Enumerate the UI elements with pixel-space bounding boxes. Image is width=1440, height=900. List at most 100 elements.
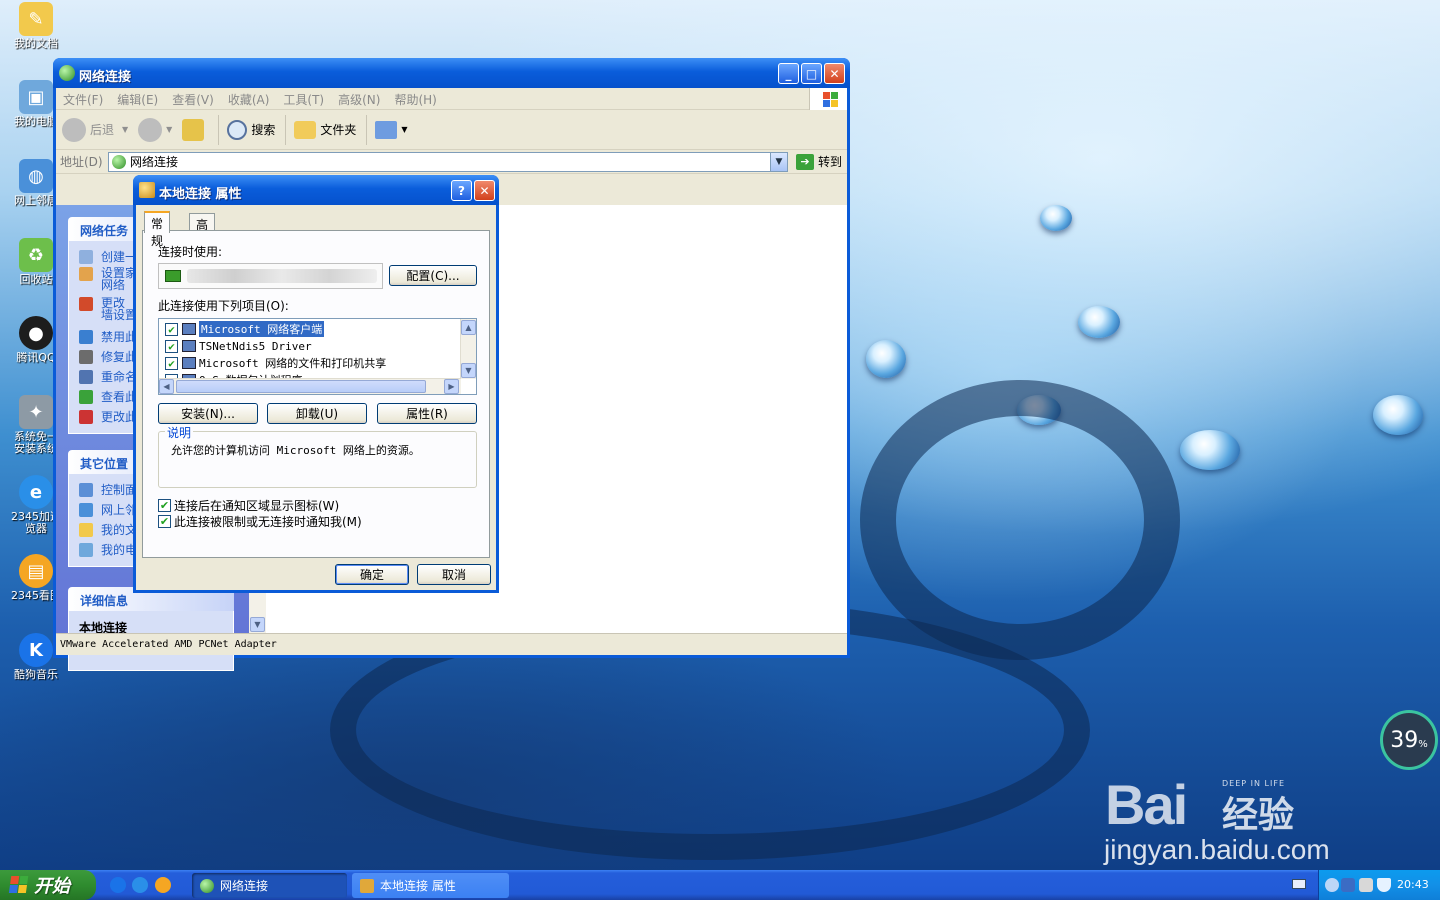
window-titlebar[interactable]: 网络连接 _ □ ✕ <box>53 58 850 88</box>
list-item[interactable]: ✔ Microsoft 网络的文件和打印机共享 <box>165 355 386 371</box>
menu-bar: 文件(F) 编辑(E) 查看(V) 收藏(A) 工具(T) 高级(N) 帮助(H) <box>56 88 847 110</box>
chevron-down-icon: ▼ <box>401 125 408 134</box>
dialog-title: 本地连接 属性 <box>159 187 242 202</box>
create-connection-icon <box>79 250 93 264</box>
menu-file[interactable]: 文件(F) <box>56 88 110 111</box>
network-connections-icon <box>59 65 75 81</box>
kugou-icon[interactable] <box>110 877 126 893</box>
go-button[interactable]: ➔ 转到 <box>796 153 842 170</box>
menu-tools[interactable]: 工具(T) <box>276 88 331 111</box>
chevron-down-icon[interactable]: ▼ <box>770 152 787 171</box>
security-shield-icon[interactable] <box>1377 878 1391 892</box>
image-viewer-icon: ▤ <box>19 554 53 588</box>
menu-view[interactable]: 查看(V) <box>165 88 221 111</box>
water-drop <box>1078 306 1120 338</box>
properties-button[interactable]: 属性(R) <box>377 403 477 424</box>
list-item[interactable]: ✔ TSNetNdis5 Driver <box>165 338 312 354</box>
install-button[interactable]: 安装(N)... <box>158 403 258 424</box>
network-tray-icon[interactable] <box>1341 878 1355 892</box>
up-folder-icon <box>182 118 205 141</box>
baidu-watermark-url: jingyan.baidu.com <box>1104 834 1330 865</box>
uninstall-button[interactable]: 卸载(U) <box>267 403 367 424</box>
qq-icon: ● <box>19 316 53 350</box>
address-label: 地址(D) <box>60 155 103 169</box>
menu-advanced[interactable]: 高级(N) <box>331 88 387 111</box>
dialog-close-button[interactable]: ✕ <box>474 180 495 201</box>
notify-label: 此连接被限制或无连接时通知我(M) <box>174 515 362 529</box>
performance-widget[interactable]: 39% <box>1380 710 1438 770</box>
menu-help[interactable]: 帮助(H) <box>387 88 443 111</box>
recycle-bin-icon: ♻ <box>19 238 53 272</box>
adapter-field <box>158 263 383 289</box>
ok-button[interactable]: 确定 <box>335 564 409 585</box>
taskbar-item-network-connections[interactable]: 网络连接 <box>192 873 347 898</box>
network-card-icon <box>165 270 181 282</box>
forward-button[interactable]: ▼ <box>138 117 173 142</box>
notify-checkbox-row[interactable]: ✔ 此连接被限制或无连接时通知我(M) <box>158 513 362 530</box>
item-checkbox[interactable]: ✔ <box>165 356 178 370</box>
perf-value: 39 <box>1390 727 1419 753</box>
menu-favorites[interactable]: 收藏(A) <box>221 88 277 111</box>
show-icon-checkbox-row[interactable]: ✔ 连接后在通知区域显示图标(W) <box>158 497 339 514</box>
scroll-right-icon[interactable]: ▶ <box>444 379 459 394</box>
item-checkbox[interactable]: ✔ <box>165 339 178 353</box>
scroll-left-icon[interactable]: ◀ <box>159 379 174 394</box>
sidebar-item-label: 重命名 <box>101 370 138 384</box>
volume-icon[interactable] <box>1359 878 1373 892</box>
minimize-button[interactable]: _ <box>778 63 799 84</box>
dialog-titlebar[interactable]: 本地连接 属性 ? ✕ <box>133 175 499 205</box>
disable-icon <box>79 330 93 344</box>
firewall-icon <box>79 297 93 311</box>
scroll-thumb[interactable] <box>176 380 426 393</box>
maximize-button[interactable]: □ <box>801 63 822 84</box>
my-computer-small-icon <box>79 543 93 557</box>
menu-edit[interactable]: 编辑(E) <box>110 88 165 111</box>
configure-button[interactable]: 配置(C)... <box>389 265 477 286</box>
help-button[interactable]: ? <box>451 180 472 201</box>
clock[interactable]: 20:43 <box>1397 878 1429 891</box>
cancel-button[interactable]: 取消 <box>417 564 491 585</box>
sidebar-item-label: 查看此 <box>101 390 138 404</box>
sidebar-item-label: 网上邻 <box>101 503 138 517</box>
notify-checkbox[interactable]: ✔ <box>158 515 171 528</box>
sidebar-item-label: 控制面 <box>101 483 138 497</box>
taskbar-item-local-connection-properties[interactable]: 本地连接 属性 <box>352 873 509 898</box>
tab-general[interactable]: 常规 <box>144 211 171 248</box>
toolbar-separator <box>285 114 287 145</box>
toolbar-separator <box>366 114 368 145</box>
search-button[interactable]: 搜索 <box>227 119 275 140</box>
water-drop <box>1373 395 1423 435</box>
list-vertical-scrollbar[interactable]: ▲ ▼ <box>460 319 476 379</box>
keyboard-icon[interactable] <box>1292 879 1306 889</box>
show-icon-checkbox[interactable]: ✔ <box>158 499 171 512</box>
browser-e-icon[interactable] <box>132 877 148 893</box>
scroll-down-icon[interactable]: ▼ <box>250 617 265 632</box>
item-checkbox[interactable]: ✔ <box>165 322 178 336</box>
list-item[interactable]: ✔ Microsoft 网络客户端 <box>165 320 326 338</box>
up-folder-button[interactable] <box>182 118 208 141</box>
description-title: 说明 <box>165 424 194 441</box>
close-button[interactable]: ✕ <box>824 63 845 84</box>
chevron-down-icon: ▼ <box>166 125 173 134</box>
image-viewer-icon[interactable] <box>155 877 171 893</box>
go-arrow-icon: ➔ <box>796 153 814 170</box>
scroll-down-icon[interactable]: ▼ <box>461 363 476 378</box>
kugou-icon: K <box>19 633 53 667</box>
list-horizontal-scrollbar[interactable]: ◀ ▶ <box>159 378 461 394</box>
windows-logo-icon <box>809 88 847 110</box>
tab-advanced[interactable]: 高级 <box>189 213 216 249</box>
file-sharing-icon <box>182 357 196 369</box>
status-bar: VMware Accelerated AMD PCNet Adapter <box>56 633 847 655</box>
views-button[interactable]: ▼ <box>375 120 408 139</box>
scroll-up-icon[interactable]: ▲ <box>461 320 476 335</box>
chevron-left-icon[interactable] <box>1325 878 1339 892</box>
description-text: 允许您的计算机访问 Microsoft 网络上的资源。 <box>171 444 420 457</box>
desktop-icon-my-documents[interactable]: ✎ 我的文档 <box>4 2 68 50</box>
back-button[interactable]: 后退 ▼ <box>62 117 128 142</box>
address-input[interactable]: 网络连接 ▼ <box>108 151 788 172</box>
water-swirl <box>860 380 1180 660</box>
start-button[interactable]: 开始 <box>0 870 96 900</box>
folders-button[interactable]: 文件夹 <box>294 120 356 139</box>
forward-arrow-icon <box>138 117 163 142</box>
network-connections-icon <box>112 154 126 169</box>
